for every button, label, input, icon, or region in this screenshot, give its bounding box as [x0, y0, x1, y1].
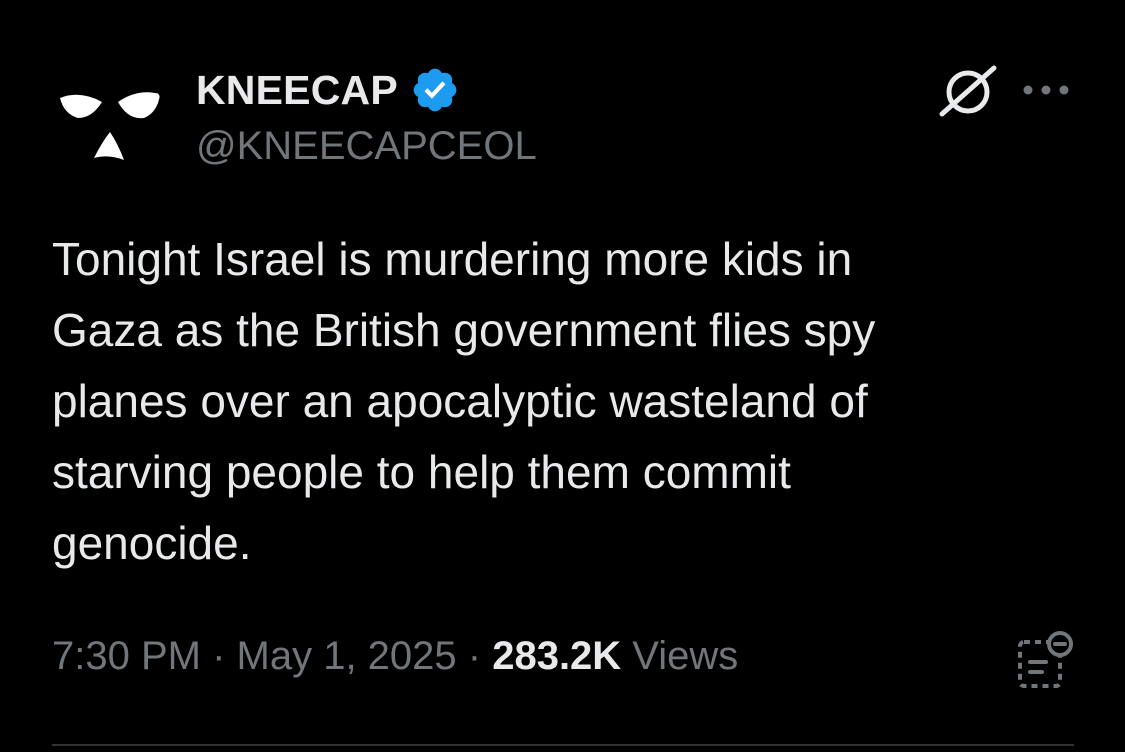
- meta-separator: ·: [456, 634, 493, 678]
- balaclava-face-logo: [60, 92, 160, 160]
- views-count[interactable]: 283.2K: [492, 634, 621, 678]
- tweet-date[interactable]: May 1, 2025: [237, 634, 457, 678]
- tweet-card: KNEECAP @KNEECAPCEOL Tonight Israel is m…: [0, 0, 1125, 752]
- divider: [52, 744, 1074, 746]
- avatar[interactable]: [52, 68, 168, 184]
- grok-icon[interactable]: [936, 64, 1000, 120]
- author-handle[interactable]: @KNEECAPCEOL: [196, 124, 537, 169]
- views-label: Views: [621, 634, 739, 678]
- display-name[interactable]: KNEECAP: [196, 67, 398, 114]
- tweet-time[interactable]: 7:30 PM: [52, 634, 201, 678]
- community-notes-icon[interactable]: [1012, 628, 1076, 692]
- verified-badge-icon[interactable]: [410, 65, 460, 115]
- tweet-text: Tonight Israel is murdering more kids in…: [52, 233, 876, 569]
- meta-separator: ·: [200, 634, 237, 678]
- more-options-icon[interactable]: [1018, 76, 1074, 104]
- tweet-meta: 7:30 PM · May 1, 2025 · 283.2K Views: [52, 634, 738, 679]
- author-name-row[interactable]: KNEECAP: [196, 64, 460, 116]
